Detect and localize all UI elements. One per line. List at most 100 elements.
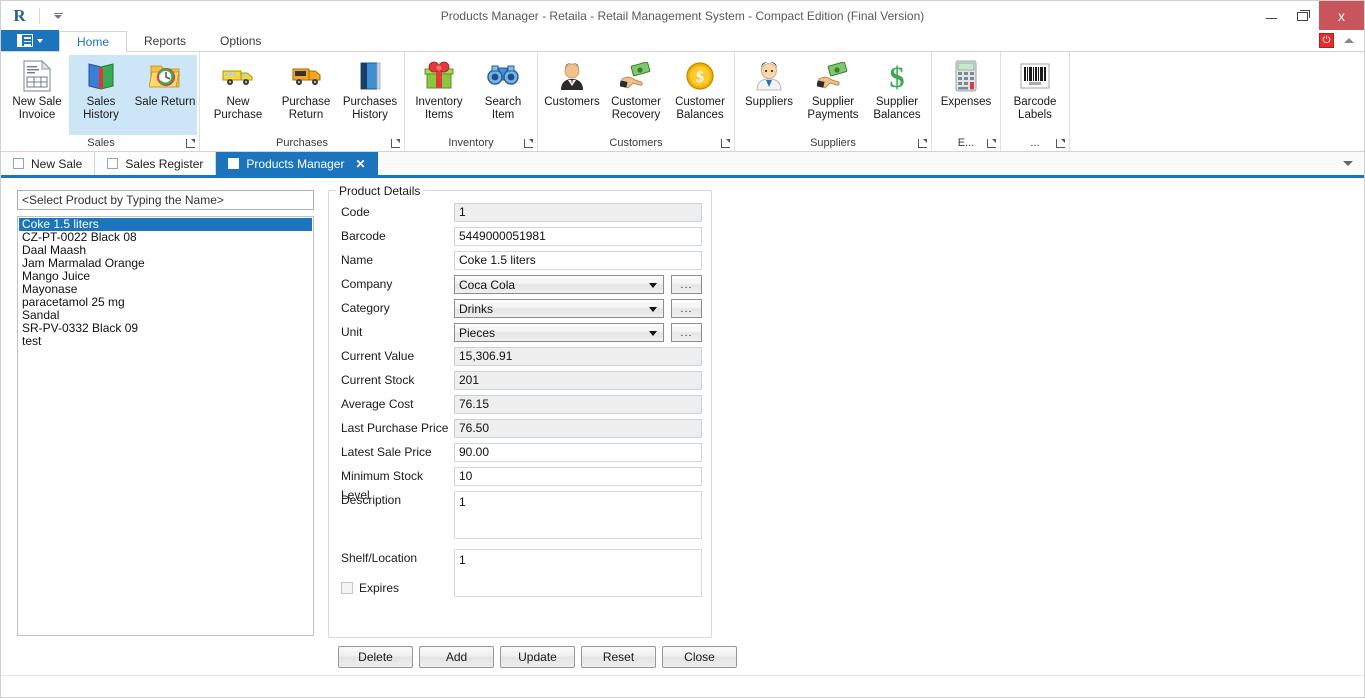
ribbon-tab-home[interactable]: Home bbox=[59, 31, 128, 52]
ribbon-group-purchases: New Purchase Purchase Return Purchases H… bbox=[200, 52, 405, 151]
description-field[interactable]: 1 bbox=[454, 491, 702, 539]
label-company: Company bbox=[341, 277, 393, 291]
dialog-launcher-icon[interactable] bbox=[987, 138, 996, 148]
ribbon-right-tools: ⏻ bbox=[1319, 30, 1364, 51]
ribbon-button-supplier-payments[interactable]: Supplier Payments bbox=[801, 55, 865, 135]
ribbon-button-suppliers[interactable]: Suppliers bbox=[737, 55, 801, 135]
dialog-launcher-icon[interactable] bbox=[186, 138, 195, 148]
shelf-location-field[interactable]: 1 bbox=[454, 549, 702, 597]
window-controls: x bbox=[1255, 1, 1364, 30]
dialog-launcher-icon[interactable] bbox=[918, 138, 927, 148]
action-button-row: Delete Add Update Reset Close bbox=[338, 646, 737, 668]
application-menu-button[interactable] bbox=[1, 30, 59, 51]
ribbon-tab-reports[interactable]: Reports bbox=[127, 30, 204, 51]
list-item[interactable]: test bbox=[19, 335, 312, 348]
ribbon-label-line1: Expenses bbox=[940, 96, 992, 108]
barcode-field[interactable]: 5449000051981 bbox=[454, 227, 702, 246]
document-icon bbox=[13, 158, 24, 169]
field-row-unit: Unit Pieces ... bbox=[336, 323, 702, 342]
application-window: R Products Manager - Retaila - Retail Ma… bbox=[0, 0, 1365, 698]
field-row-company: Company Coca Cola ... bbox=[336, 275, 702, 294]
name-field[interactable]: Coke 1.5 liters bbox=[454, 251, 702, 270]
document-icon bbox=[228, 158, 240, 169]
ribbon-label-line2: Balances bbox=[873, 109, 921, 121]
ribbon-button-purchase-return[interactable]: Purchase Return bbox=[274, 55, 338, 135]
close-button[interactable]: Close bbox=[662, 646, 737, 668]
ribbon-label-line2: Items bbox=[424, 109, 454, 121]
ribbon-button-barcode-labels[interactable]: Barcode Labels bbox=[1003, 55, 1067, 135]
field-row-current-stock: Current Stock 201 bbox=[336, 371, 702, 390]
ribbon-label-line1: Purchase bbox=[281, 96, 331, 108]
ribbon-button-sales-history[interactable]: Sales History bbox=[69, 55, 133, 135]
product-selector-panel: <Select Product by Typing the Name> Coke… bbox=[17, 190, 314, 637]
close-window-button[interactable]: x bbox=[1319, 1, 1364, 30]
ribbon-button-inventory-items[interactable]: Inventory Items bbox=[407, 55, 471, 135]
ribbon-button-customer-recovery[interactable]: Customer Recovery bbox=[604, 55, 668, 135]
ribbon: New Sale Invoice Sales History Sale Retu… bbox=[1, 51, 1364, 152]
close-icon[interactable]: ✕ bbox=[355, 157, 365, 171]
label-expires: Expires bbox=[359, 581, 400, 595]
category-dropdown[interactable]: Drinks bbox=[454, 299, 664, 318]
group-label-text: Customers bbox=[609, 137, 663, 149]
list-item[interactable]: SR-PV-0332 Black 09 bbox=[19, 322, 312, 335]
group-label-text: Inventory bbox=[448, 137, 494, 149]
chevron-down-icon bbox=[1343, 161, 1353, 166]
maximize-button[interactable] bbox=[1287, 1, 1319, 30]
product-list[interactable]: Coke 1.5 liters CZ-PT-0022 Black 08 Daal… bbox=[17, 216, 314, 636]
ribbon-button-new-sale-invoice[interactable]: New Sale Invoice bbox=[5, 55, 69, 135]
quick-access-toolbar: R bbox=[1, 1, 67, 30]
ribbon-tab-options[interactable]: Options bbox=[203, 30, 279, 51]
gold-coin-icon: $ bbox=[683, 59, 717, 93]
dialog-launcher-icon[interactable] bbox=[1056, 138, 1065, 148]
ribbon-button-new-purchase[interactable]: New Purchase bbox=[202, 55, 274, 135]
list-item[interactable]: paracetamol 25 mg bbox=[19, 296, 312, 309]
title-bar: R Products Manager - Retaila - Retail Ma… bbox=[1, 1, 1364, 30]
tab-products-manager[interactable]: Products Manager ✕ bbox=[216, 152, 378, 175]
barcode-icon bbox=[1018, 59, 1052, 93]
ribbon-button-expenses[interactable]: Expenses bbox=[934, 55, 998, 135]
label-description: Description bbox=[341, 493, 402, 507]
unit-dropdown[interactable]: Pieces bbox=[454, 323, 664, 342]
latest-sale-price-field[interactable]: 90.00 bbox=[454, 443, 702, 462]
tab-sales-register[interactable]: Sales Register bbox=[95, 152, 217, 175]
add-button[interactable]: Add bbox=[419, 646, 494, 668]
window-title: Products Manager - Retaila - Retail Mana… bbox=[440, 8, 925, 23]
ribbon-label-line2: Item bbox=[491, 109, 515, 121]
tab-label: Sales Register bbox=[125, 156, 204, 171]
ribbon-group-sales: New Sale Invoice Sales History Sale Retu… bbox=[3, 52, 200, 151]
ribbon-button-purchases-history[interactable]: Purchases History bbox=[338, 55, 402, 135]
ribbon-button-customers[interactable]: Customers bbox=[540, 55, 604, 135]
ribbon-label-line1: Barcode bbox=[1013, 96, 1057, 108]
category-browse-button[interactable]: ... bbox=[671, 299, 702, 318]
ribbon-group-barcode: Barcode Labels ... bbox=[1001, 52, 1070, 151]
document-tab-overflow[interactable] bbox=[1343, 152, 1364, 175]
product-search-input[interactable]: <Select Product by Typing the Name> bbox=[17, 190, 314, 210]
qat-dropdown-button[interactable] bbox=[49, 6, 67, 26]
ribbon-label-line2: History bbox=[352, 109, 388, 121]
company-browse-button[interactable]: ... bbox=[671, 275, 702, 294]
ribbon-button-supplier-balances[interactable]: $ Supplier Balances bbox=[865, 55, 929, 135]
chevron-down-icon bbox=[649, 282, 657, 288]
ribbon-group-expenses: Expenses E... bbox=[932, 52, 1001, 151]
tab-new-sale[interactable]: New Sale bbox=[1, 152, 96, 175]
ribbon-button-sale-return[interactable]: Sale Return bbox=[133, 55, 197, 135]
dialog-launcher-icon[interactable] bbox=[721, 138, 730, 148]
dialog-launcher-icon[interactable] bbox=[391, 138, 400, 148]
reset-button[interactable]: Reset bbox=[581, 646, 656, 668]
expires-checkbox-row[interactable]: Expires bbox=[336, 581, 454, 595]
update-button[interactable]: Update bbox=[500, 646, 575, 668]
power-icon[interactable]: ⏻ bbox=[1319, 33, 1334, 48]
minimum-stock-level-field[interactable]: 10 bbox=[454, 467, 702, 486]
expires-checkbox[interactable] bbox=[341, 582, 353, 594]
field-row-barcode: Barcode 5449000051981 bbox=[336, 227, 702, 246]
minimize-button[interactable] bbox=[1255, 1, 1287, 30]
dollar-sign-icon: $ bbox=[880, 59, 914, 93]
company-dropdown[interactable]: Coca Cola bbox=[454, 275, 664, 294]
divider bbox=[39, 7, 40, 24]
dialog-launcher-icon[interactable] bbox=[524, 138, 533, 148]
ribbon-button-customer-balances[interactable]: $ Customer Balances bbox=[668, 55, 732, 135]
delete-button[interactable]: Delete bbox=[338, 646, 413, 668]
unit-browse-button[interactable]: ... bbox=[671, 323, 702, 342]
chevron-up-icon[interactable] bbox=[1344, 38, 1354, 43]
ribbon-button-search-item[interactable]: Search Item bbox=[471, 55, 535, 135]
